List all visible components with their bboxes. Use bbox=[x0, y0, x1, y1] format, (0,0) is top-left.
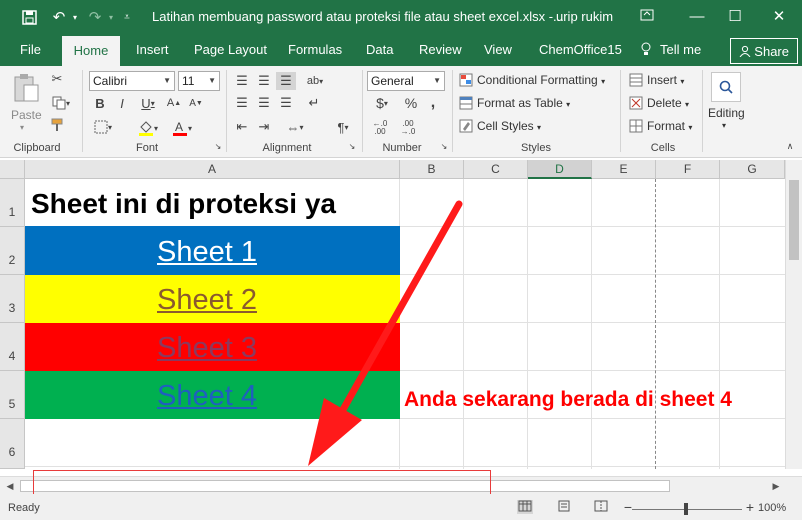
zoom-out-icon[interactable]: − bbox=[620, 500, 636, 514]
zoom-level[interactable]: 100% bbox=[758, 502, 786, 514]
zoom-in-icon[interactable]: + bbox=[742, 500, 758, 514]
vertical-scrollbar[interactable] bbox=[785, 160, 802, 469]
scroll-left-icon[interactable]: ◀ bbox=[4, 479, 16, 493]
zoom-slider-handle[interactable] bbox=[684, 503, 688, 515]
status-ready: Ready bbox=[8, 502, 40, 514]
status-bar: Ready − + 100% bbox=[0, 494, 802, 520]
normal-view-icon[interactable] bbox=[517, 500, 533, 514]
vertical-scroll-thumb[interactable] bbox=[789, 180, 799, 260]
page-layout-view-icon[interactable] bbox=[556, 500, 572, 514]
scroll-right-icon[interactable]: ▶ bbox=[770, 479, 782, 493]
page-break-view-icon[interactable] bbox=[593, 500, 609, 514]
annotation-arrow-icon bbox=[308, 200, 463, 466]
